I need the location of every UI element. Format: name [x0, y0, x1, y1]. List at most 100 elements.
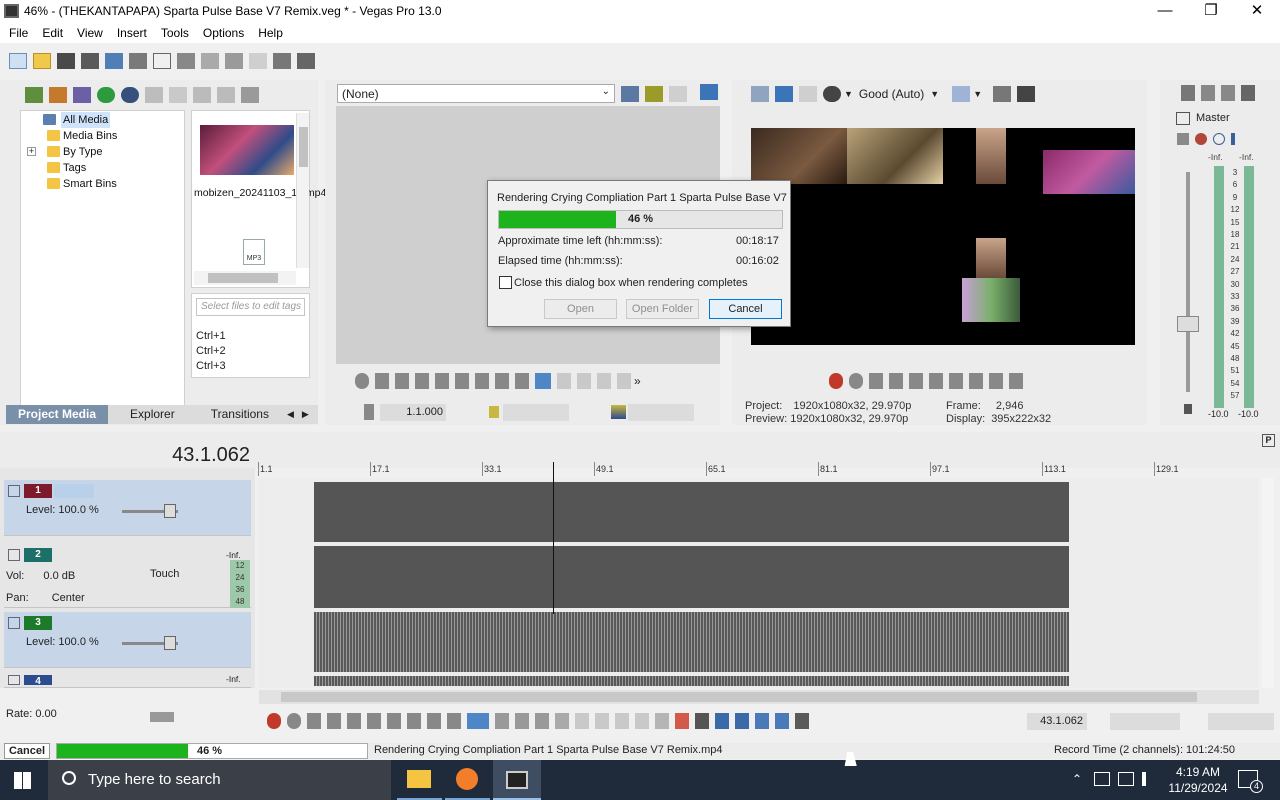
open-folder-button[interactable]: Open Folder — [626, 299, 699, 319]
trimmer-select-region-icon[interactable] — [535, 373, 551, 389]
trimmer-add-track-icon[interactable] — [557, 373, 571, 389]
trimmer-play-icon[interactable] — [395, 373, 409, 389]
tag-edit-field[interactable]: Select files to edit tags — [196, 298, 305, 316]
play-preview-icon[interactable] — [193, 87, 211, 103]
views-icon[interactable] — [241, 87, 259, 103]
windows-start-icon[interactable] — [14, 772, 31, 789]
level-slider-handle-1[interactable] — [164, 504, 176, 518]
notification-app-icon[interactable] — [1094, 772, 1110, 786]
track-collapse-icon[interactable] — [8, 485, 20, 497]
open-icon[interactable] — [33, 53, 51, 69]
cancel-button[interactable]: Cancel — [709, 299, 782, 319]
master-lock-icon[interactable] — [1184, 404, 1192, 414]
action-center-icon[interactable]: 4 — [1238, 770, 1263, 793]
timeline-p-icon[interactable]: P — [1262, 434, 1275, 447]
timeline-go-end-icon[interactable] — [407, 713, 421, 729]
thumbnails-scrollbar[interactable] — [296, 113, 309, 268]
automation-mode[interactable]: Touch — [150, 568, 179, 580]
refresh-icon[interactable] — [97, 87, 115, 103]
preview-fx-icon[interactable] — [799, 86, 817, 102]
trimmer-in-point-field[interactable] — [503, 404, 569, 421]
new-project-icon[interactable] — [9, 53, 27, 69]
trimmer-clear-icon[interactable] — [669, 86, 687, 102]
menu-tools[interactable]: Tools — [154, 23, 196, 43]
trimmer-media-select[interactable]: (None) ⌄ — [337, 84, 615, 103]
tab-transitions[interactable]: Transitions — [197, 405, 283, 424]
track-collapse-icon[interactable] — [8, 549, 20, 561]
show-hidden-icons-icon[interactable]: ⌃ — [1072, 772, 1082, 786]
timeline-go-start-icon[interactable] — [387, 713, 401, 729]
search-media-icon[interactable] — [121, 87, 139, 103]
enable-snapping-icon[interactable] — [273, 53, 291, 69]
expand-by-type-icon[interactable]: + — [27, 147, 36, 156]
normal-edit-tool-icon[interactable] — [467, 713, 489, 729]
trim-icon[interactable] — [575, 713, 589, 729]
trimmer-play-from-start-icon[interactable] — [375, 373, 389, 389]
audio-event-3[interactable] — [314, 612, 1069, 672]
loop-icon[interactable] — [849, 373, 863, 389]
save-icon[interactable] — [57, 53, 75, 69]
redo-icon[interactable] — [249, 53, 267, 69]
timeline-record-icon[interactable] — [267, 713, 281, 729]
overlays-chevron-icon[interactable]: ▼ — [973, 89, 982, 99]
master-fader-handle[interactable] — [1177, 316, 1199, 332]
copy-snapshot-icon[interactable] — [993, 86, 1012, 102]
menu-options[interactable]: Options — [196, 23, 251, 43]
track-header-2[interactable]: 2 Vol: 0.0 dB Touch Pan: Center -Inf. 12… — [4, 544, 251, 608]
tab-explorer[interactable]: Explorer — [108, 405, 197, 424]
copy-icon[interactable] — [177, 53, 195, 69]
network-icon[interactable] — [1118, 772, 1134, 786]
overlays-icon[interactable] — [952, 86, 971, 102]
pause-icon[interactable] — [909, 373, 923, 389]
master-solo-icon[interactable] — [1231, 133, 1235, 145]
trimmer-length-field[interactable] — [628, 404, 694, 421]
lock-icon[interactable] — [655, 713, 669, 729]
ignore-grouping-icon[interactable] — [795, 713, 809, 729]
trimmer-stop-icon[interactable] — [435, 373, 449, 389]
quality-chevron-icon[interactable]: ▼ — [930, 89, 939, 99]
master-mute-icon[interactable] — [1213, 133, 1225, 145]
undo-icon[interactable] — [225, 53, 243, 69]
video-event-1[interactable] — [314, 482, 1069, 542]
menu-edit[interactable]: Edit — [35, 23, 70, 43]
scrollbar-thumb[interactable] — [299, 127, 308, 167]
stop-preview-icon[interactable] — [217, 87, 235, 103]
playhead-cursor[interactable] — [553, 462, 554, 614]
tab-project-media[interactable]: Project Media — [6, 405, 109, 424]
timeline-stop-icon[interactable] — [367, 713, 381, 729]
trim-start-icon[interactable] — [595, 713, 609, 729]
audio-event-2[interactable] — [314, 546, 1069, 608]
firefox-taskbar-button[interactable] — [445, 760, 490, 800]
import-media-icon[interactable] — [25, 87, 43, 103]
track-name-field-1[interactable] — [54, 484, 94, 498]
master-menu-icon[interactable] — [1241, 85, 1255, 101]
hscrollbar-thumb[interactable] — [208, 273, 278, 283]
remove-media-icon[interactable] — [145, 87, 163, 103]
timeline-play-from-start-icon[interactable] — [307, 713, 321, 729]
selection-tool-icon[interactable] — [515, 713, 529, 729]
vegas-taskbar-button[interactable] — [493, 760, 541, 800]
timeline-pause-icon[interactable] — [347, 713, 361, 729]
save-as-icon[interactable] — [81, 53, 99, 69]
master-downmix-icon[interactable] — [1201, 85, 1215, 101]
maximize-button[interactable]: ❐ — [1188, 0, 1234, 23]
trimmer-rewind-icon[interactable] — [495, 373, 509, 389]
timeline-tracks[interactable] — [258, 462, 1274, 688]
master-dim-icon[interactable] — [1221, 85, 1235, 101]
what-is-this-icon[interactable] — [297, 53, 315, 69]
video-preview-screen[interactable] — [751, 128, 1135, 345]
mp3-file-icon[interactable]: MP3 — [243, 239, 265, 265]
tab-scroll-right-icon[interactable]: ▶ — [298, 405, 313, 424]
snap-icon[interactable] — [755, 713, 769, 729]
lock-envelopes-icon[interactable] — [775, 713, 789, 729]
trimmer-add-after-icon[interactable] — [597, 373, 611, 389]
close-when-done-checkbox[interactable] — [499, 276, 512, 289]
capture-video-icon[interactable] — [49, 87, 67, 103]
master-gear-icon[interactable] — [1195, 133, 1207, 145]
taskbar-clock[interactable]: 4:19 AM 11/29/2024 — [1168, 764, 1228, 796]
trimmer-add-before-icon[interactable] — [577, 373, 591, 389]
timeline-ruler[interactable]: 1.1 17.1 33.1 49.1 65.1 81.1 97.1 113.1 129.1 — [258, 462, 1258, 478]
trimmer-fx-icon[interactable] — [645, 86, 663, 102]
timeline-vscrollbar[interactable] — [1262, 478, 1274, 688]
more-icon[interactable]: » — [634, 374, 641, 388]
